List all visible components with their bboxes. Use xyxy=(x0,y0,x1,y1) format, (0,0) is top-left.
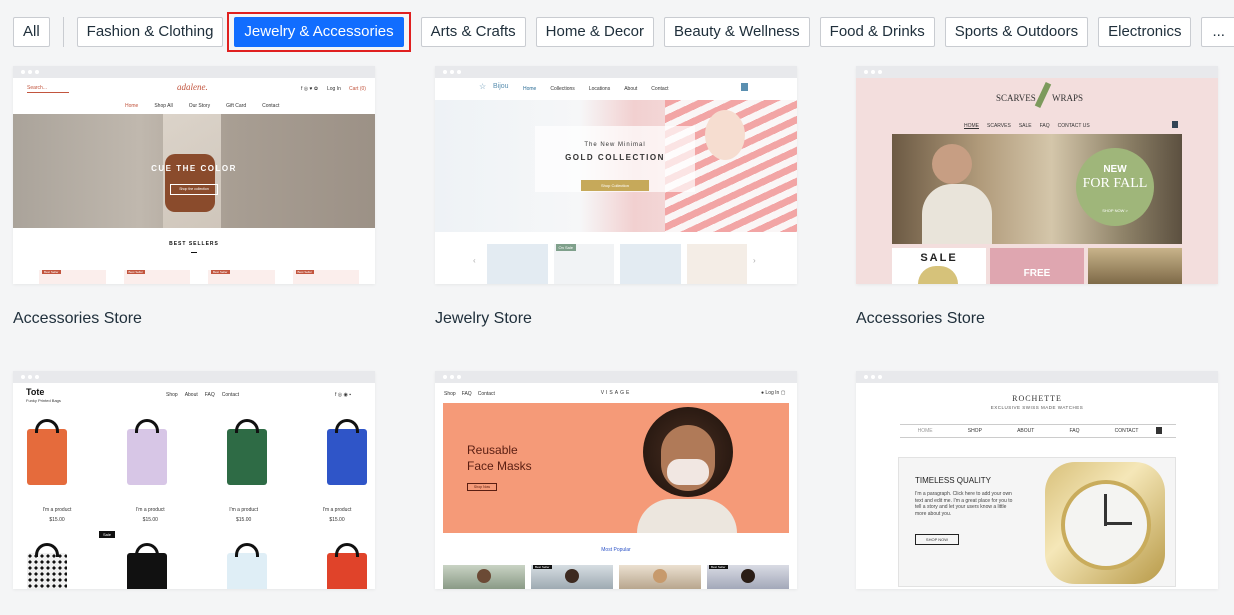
carousel-next-icon: › xyxy=(753,256,756,265)
feather-logo-icon xyxy=(1034,81,1052,109)
promo-tiles: SALE FREE xyxy=(892,248,1182,284)
template-title[interactable]: Accessories Store xyxy=(13,310,375,328)
hero-heading-line1: Reusable xyxy=(467,443,518,457)
hero-panel: TIMELESS QUALITY I'm a paragraph. Click … xyxy=(898,457,1176,587)
hero-cta: Shop Now xyxy=(467,483,497,491)
social-icons: f ◎ ◉ ▪ xyxy=(335,392,352,398)
template-title[interactable]: Accessories Store xyxy=(856,310,1218,328)
browser-chrome xyxy=(856,371,1218,383)
preview-brand: Bijou xyxy=(493,83,509,90)
filter-all[interactable]: All xyxy=(13,17,50,47)
product-names-row: I'm a product I'm a product I'm a produc… xyxy=(42,507,352,513)
template-thumbnail[interactable]: SCARVES WRAPS HOME SCARVES SALE FAQ CONT… xyxy=(856,66,1218,284)
product-row: On Sale xyxy=(487,244,747,284)
filter-more-button[interactable]: ... xyxy=(1201,17,1234,47)
cart-icon xyxy=(1156,427,1162,434)
hero-image: NEW FOR FALL SHOP NOW > xyxy=(892,134,1182,244)
hero-banner: Reusable Face Masks Shop Now xyxy=(443,403,789,533)
preview-brand-left: SCARVES xyxy=(996,93,1036,103)
preview-brand: ROCHETTE xyxy=(1012,394,1062,403)
filter-electronics[interactable]: Electronics xyxy=(1098,17,1192,47)
hero-image: The New Minimal GOLD COLLECTION Shop Col… xyxy=(435,100,797,232)
preview-login: Log In xyxy=(327,86,341,92)
preview-brand: Tote xyxy=(26,387,45,397)
preview-nav: Shop About FAQ Contact xyxy=(166,392,240,398)
account-cart-icons: ● Log In ▢ xyxy=(761,390,786,396)
filter-jewelry-accessories[interactable]: Jewelry & Accessories xyxy=(234,17,404,47)
category-filter-bar: All Fashion & Clothing Jewelry & Accesso… xyxy=(13,12,1234,52)
social-icons: f ◎ ♥ ✿ xyxy=(301,86,319,92)
preview-cart: Cart (0) xyxy=(349,86,366,92)
section-heading: Most Popular xyxy=(601,547,631,553)
hero-heading-line2: Face Masks xyxy=(467,459,532,473)
hero-cta: Shop the collection xyxy=(170,184,218,195)
filter-food-drinks[interactable]: Food & Drinks xyxy=(819,17,935,47)
template-card[interactable]: SCARVES WRAPS HOME SCARVES SALE FAQ CONT… xyxy=(856,66,1218,328)
product-grid-row-1 xyxy=(27,419,367,491)
hero-heading: TIMELESS QUALITY xyxy=(915,476,992,485)
preview-brand: adalene. xyxy=(177,82,208,92)
preview-nav: Home Shop All Our Story Gift Card Contac… xyxy=(125,103,280,109)
template-thumbnail[interactable]: Tote Funky Printed Bags Shop About FAQ C… xyxy=(13,371,375,589)
filter-fashion-clothing[interactable]: Fashion & Clothing xyxy=(76,17,224,47)
preview-search: Search... xyxy=(27,85,48,91)
template-card[interactable]: ROCHETTE EXCLUSIVE SWISS MADE WATCHES HO… xyxy=(856,371,1218,615)
preview-brand-right: WRAPS xyxy=(1052,93,1084,103)
template-thumbnail[interactable]: ☆ Bijou Home Collections Locations About… xyxy=(435,66,797,284)
template-card[interactable]: Shop FAQ Contact VISAGE ● Log In ▢ Reusa… xyxy=(435,371,797,615)
template-thumbnail[interactable]: ROCHETTE EXCLUSIVE SWISS MADE WATCHES HO… xyxy=(856,371,1218,589)
cart-icon xyxy=(741,83,748,91)
browser-chrome xyxy=(435,66,797,78)
carousel-prev-icon: ‹ xyxy=(473,256,476,265)
template-thumbnail[interactable]: Search... adalene. f ◎ ♥ ✿ Log In Cart (… xyxy=(13,66,375,284)
hero-heading: CUE THE COLOR xyxy=(151,164,237,173)
filter-beauty-wellness[interactable]: Beauty & Wellness xyxy=(664,17,810,47)
browser-chrome xyxy=(13,66,375,78)
preview-nav: HOME SCARVES SALE FAQ CONTACT US xyxy=(964,123,1090,129)
hero-cta: Shop Collection xyxy=(581,180,649,191)
active-filter-highlight: Jewelry & Accessories xyxy=(227,12,411,52)
browser-chrome xyxy=(13,371,375,383)
preview-nav: Home Collections Locations About Contact xyxy=(523,86,669,92)
template-thumbnail[interactable]: Shop FAQ Contact VISAGE ● Log In ▢ Reusa… xyxy=(435,371,797,589)
hero-image: CUE THE COLOR Shop the collection xyxy=(13,114,375,228)
filter-sports-outdoors[interactable]: Sports & Outdoors xyxy=(944,17,1089,47)
star-logo-icon: ☆ xyxy=(479,82,487,91)
filter-arts-crafts[interactable]: Arts & Crafts xyxy=(420,17,526,47)
preview-brand: VISAGE xyxy=(600,390,632,396)
browser-chrome xyxy=(435,371,797,383)
sale-badge: Sale xyxy=(99,531,116,538)
hero-cta: SHOP NOW xyxy=(915,534,959,545)
section-heading: BEST SELLERS xyxy=(169,241,219,247)
filter-home-decor[interactable]: Home & Decor xyxy=(535,17,655,47)
product-grid-row-2 xyxy=(27,543,367,589)
preview-nav: HOME SHOP ABOUT FAQ CONTACT xyxy=(900,424,1176,438)
browser-chrome xyxy=(856,66,1218,78)
product-row: Best Seller Best Seller xyxy=(443,565,789,589)
hero-paragraph: I'm a paragraph. Click here to add your … xyxy=(915,491,1013,517)
filter-divider xyxy=(62,17,64,47)
template-card[interactable]: ☆ Bijou Home Collections Locations About… xyxy=(435,66,797,328)
cart-icon xyxy=(1172,121,1178,128)
product-prices-row: $15.00 $15.00 $15.00 $15.00 xyxy=(49,517,345,523)
hero-heading: GOLD COLLECTION xyxy=(565,153,665,162)
template-card[interactable]: Tote Funky Printed Bags Shop About FAQ C… xyxy=(13,371,375,615)
template-card[interactable]: Search... adalene. f ◎ ♥ ✿ Log In Cart (… xyxy=(13,66,375,328)
template-title[interactable]: Jewelry Store xyxy=(435,310,797,328)
product-row: Best Seller Best Seller Best Seller Best… xyxy=(39,270,359,284)
